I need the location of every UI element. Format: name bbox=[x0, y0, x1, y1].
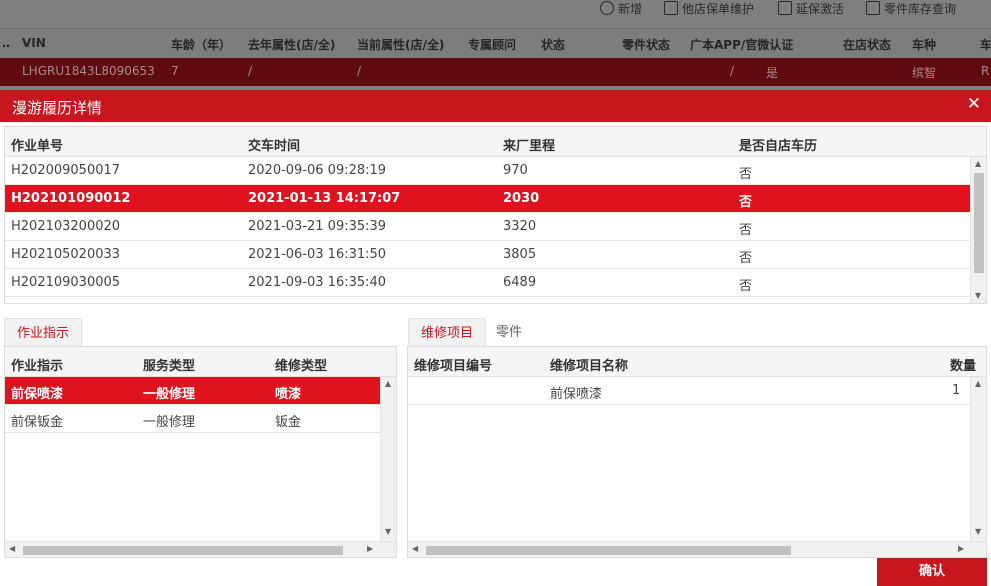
tab-repair-items[interactable]: 维修项目 bbox=[408, 318, 487, 348]
home-icon bbox=[866, 1, 880, 15]
repair-items-grid-header: 维修项目编号 维修项目名称 数量 bbox=[408, 347, 986, 377]
document-icon bbox=[664, 1, 678, 15]
plus-icon bbox=[600, 1, 614, 15]
dialog-title: 漫游履历详情 bbox=[12, 99, 103, 117]
edit-icon bbox=[778, 1, 792, 15]
extended-warranty-tool: 延保激活 bbox=[778, 0, 844, 16]
bg-col-extra: 车 bbox=[980, 38, 991, 52]
bg-col-advisor: 专属顾问 bbox=[468, 38, 517, 52]
scroll-up-icon[interactable]: ▲ bbox=[975, 379, 981, 388]
scroll-left-icon[interactable]: ◀ bbox=[412, 544, 418, 553]
history-row-selected[interactable]: H202101090012 2021-01-13 14:17:07 2030 否 bbox=[5, 185, 970, 213]
history-row[interactable]: H202109030005 2021-09-03 16:35:40 6489 否 bbox=[5, 269, 970, 297]
background-toolbar: 新增 他店保单维护 延保激活 零件库存查询 bbox=[0, 0, 991, 28]
other-store-policy-label: 他店保单维护 bbox=[682, 1, 755, 16]
col-quantity: 数量 bbox=[950, 359, 977, 374]
dialog-title-bar: 漫游履历详情 ✕ bbox=[0, 90, 991, 122]
history-row[interactable]: H202105020033 2021-06-03 16:31:50 3805 否 bbox=[5, 241, 970, 269]
col-order-no: 作业单号 bbox=[11, 139, 64, 154]
background-table-row: LHGRU1843L8090653 7 / / / 是 缤智 R bbox=[0, 58, 991, 86]
instructions-vertical-scrollbar[interactable]: ▲ ▼ bbox=[380, 377, 396, 541]
repair-item-row[interactable]: 前保喷漆 1 bbox=[408, 377, 970, 405]
confirm-button[interactable]: 确认 bbox=[877, 558, 987, 586]
history-row[interactable]: H202103200020 2021-03-21 09:35:39 3320 否 bbox=[5, 213, 970, 241]
scroll-right-icon[interactable]: ▶ bbox=[367, 544, 373, 553]
scroll-down-icon[interactable]: ▼ bbox=[385, 527, 391, 536]
bg-col-last-attr: 去年属性(店/全) bbox=[248, 38, 336, 52]
col-instruction: 作业指示 bbox=[11, 359, 64, 374]
col-item-name: 维修项目名称 bbox=[550, 359, 629, 374]
instructions-grid-header: 作业指示 服务类型 维修类型 bbox=[5, 347, 396, 377]
bg-col-auth: 广本APP/官微认证 bbox=[690, 38, 794, 52]
scroll-left-icon[interactable]: ◀ bbox=[9, 544, 15, 553]
roaming-history-dialog: 漫游履历详情 ✕ 作业单号 交车时间 来厂里程 是否自店车历 H20200905… bbox=[0, 90, 991, 586]
scroll-right-icon[interactable]: ▶ bbox=[958, 544, 964, 553]
instructions-horizontal-scrollbar[interactable]: ◀ ▶ bbox=[5, 541, 396, 557]
bg-col-cur-attr: 当前属性(店/全) bbox=[357, 38, 445, 52]
tab-work-instructions[interactable]: 作业指示 bbox=[4, 318, 83, 348]
add-tool: 新增 bbox=[600, 0, 642, 16]
col-item-code: 维修项目编号 bbox=[414, 359, 493, 374]
repair-items-vertical-scrollbar[interactable]: ▲ ▼ bbox=[970, 377, 986, 541]
col-repair-type: 维修类型 bbox=[275, 359, 328, 374]
col-mileage: 来厂里程 bbox=[503, 139, 556, 154]
col-service-type: 服务类型 bbox=[143, 359, 196, 374]
parts-stock-label: 零件库存查询 bbox=[884, 1, 957, 16]
history-grid: 作业单号 交车时间 来厂里程 是否自店车历 H202009050017 2020… bbox=[4, 126, 987, 304]
history-vertical-scrollbar[interactable]: ▲ ▼ bbox=[970, 157, 986, 303]
scroll-up-icon[interactable]: ▲ bbox=[975, 159, 981, 168]
instructions-grid: 作业指示 服务类型 维修类型 前保喷漆 一般修理 喷漆 前保钣金 一般修理 钣金… bbox=[4, 346, 397, 558]
col-delivery-time: 交车时间 bbox=[248, 139, 301, 154]
close-icon[interactable]: ✕ bbox=[967, 94, 981, 114]
bg-col-status: 状态 bbox=[541, 38, 566, 52]
repair-items-horizontal-scrollbar[interactable]: ◀ ▶ bbox=[408, 541, 986, 557]
instruction-row-selected[interactable]: 前保喷漆 一般修理 喷漆 bbox=[5, 377, 380, 405]
bg-col-parts-status: 零件状态 bbox=[622, 38, 671, 52]
scroll-up-icon[interactable]: ▲ bbox=[385, 379, 391, 388]
scroll-thumb[interactable] bbox=[974, 173, 984, 273]
tab-parts[interactable]: 零件 bbox=[484, 318, 534, 348]
scroll-thumb[interactable] bbox=[426, 546, 791, 555]
history-row[interactable]: H202009050017 2020-09-06 09:28:19 970 否 bbox=[5, 157, 970, 185]
repair-items-grid: 维修项目编号 维修项目名称 数量 前保喷漆 1 ▲ ▼ ◀ ▶ bbox=[407, 346, 987, 558]
background-table-header: ‥ VIN 车龄（年） 去年属性(店/全) 当前属性(店/全) 专属顾问 状态 … bbox=[0, 28, 991, 58]
other-store-policy-tool: 他店保单维护 bbox=[664, 0, 754, 16]
bg-col-model: 车种 bbox=[912, 38, 937, 52]
history-grid-header: 作业单号 交车时间 来厂里程 是否自店车历 bbox=[5, 127, 986, 157]
parts-stock-tool: 零件库存查询 bbox=[866, 0, 956, 16]
scroll-down-icon[interactable]: ▼ bbox=[975, 527, 981, 536]
bg-col-vin: VIN bbox=[22, 36, 46, 50]
instruction-row[interactable]: 前保钣金 一般修理 钣金 bbox=[5, 405, 380, 433]
scroll-thumb[interactable] bbox=[23, 546, 343, 555]
extended-warranty-label: 延保激活 bbox=[796, 1, 845, 16]
add-tool-label: 新增 bbox=[618, 1, 643, 16]
col-own-store: 是否自店车历 bbox=[739, 139, 818, 154]
bg-col-age: 车龄（年） bbox=[171, 38, 232, 52]
scroll-down-icon[interactable]: ▼ bbox=[975, 291, 981, 300]
bg-col-store-status: 在店状态 bbox=[843, 38, 892, 52]
